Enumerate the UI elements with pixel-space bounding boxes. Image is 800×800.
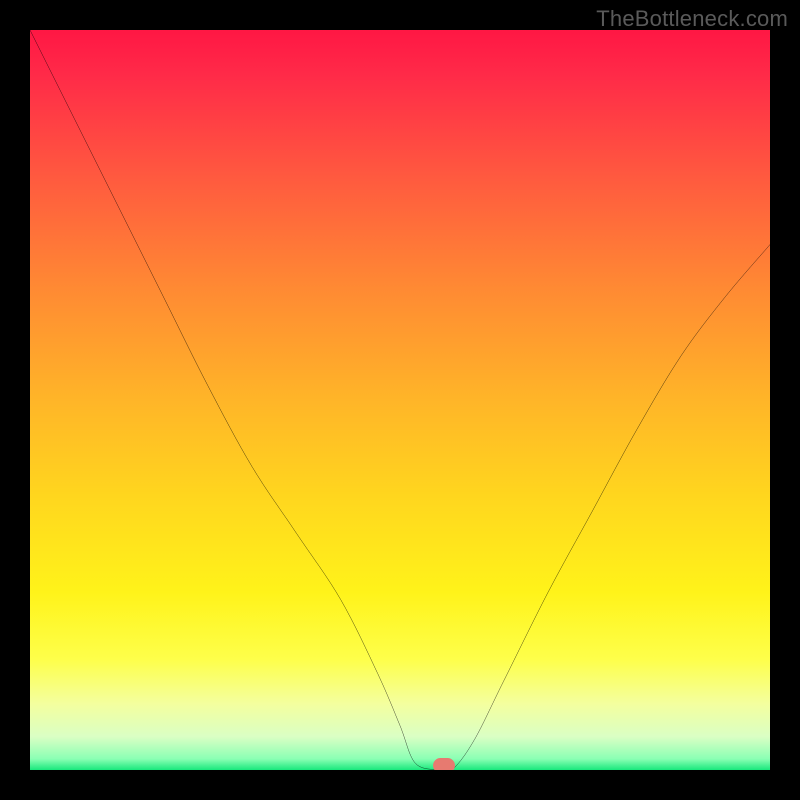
bottleneck-curve xyxy=(30,30,770,770)
watermark-label: TheBottleneck.com xyxy=(596,6,788,32)
minimum-marker xyxy=(433,758,455,770)
chart-frame: TheBottleneck.com xyxy=(0,0,800,800)
plot-area xyxy=(30,30,770,770)
